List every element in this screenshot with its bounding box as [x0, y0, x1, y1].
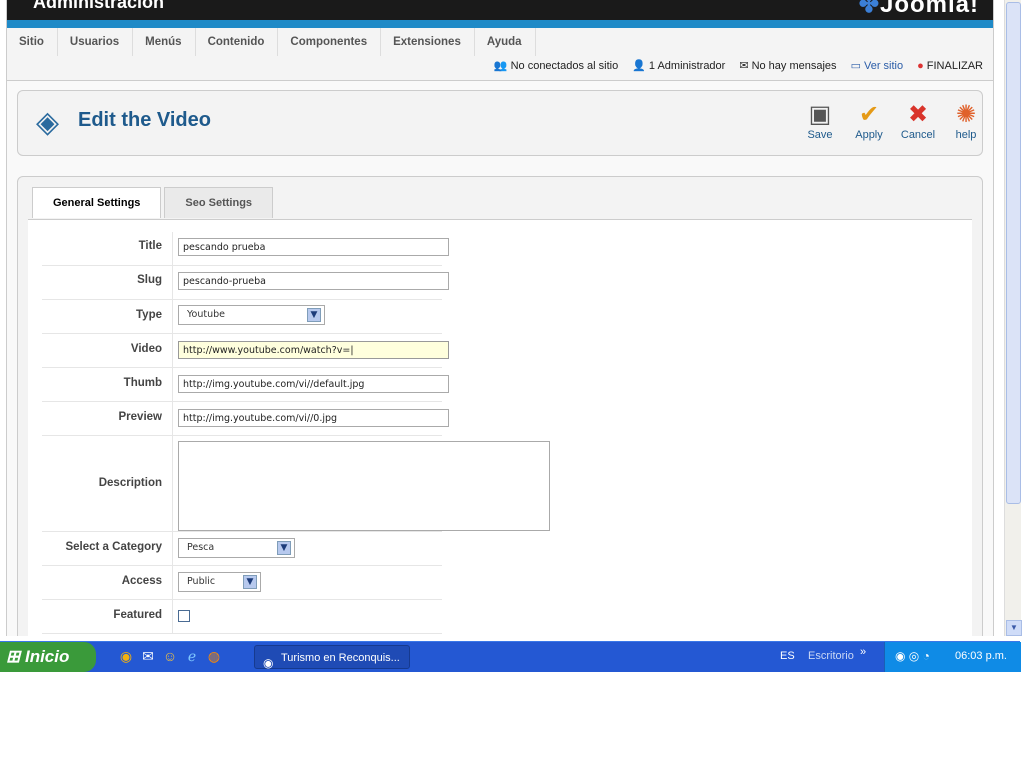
admin-page: Administración ✤Joomla! Sitio Usuarios M… — [6, 0, 994, 636]
admin-icon: 👤 — [632, 60, 646, 72]
menu-ayuda[interactable]: Ayuda — [475, 28, 536, 56]
video-row: Video http://www.youtube.com/watch?v=| — [42, 333, 449, 368]
page-title: Edit the Video — [78, 109, 211, 131]
video-film-icon: ◈ — [36, 106, 60, 139]
tab-general-settings[interactable]: General Settings — [32, 187, 162, 218]
category-row: Select a Category Pesca ▼ — [42, 531, 442, 566]
menubar: Sitio Usuarios Menús Contenido Component… — [7, 28, 993, 81]
floppy-icon: ▣ — [808, 101, 832, 128]
windows-flag-icon: ⊞ — [6, 647, 25, 666]
description-textarea[interactable] — [178, 441, 550, 531]
logout-link[interactable]: ● FINALIZAR — [917, 59, 983, 72]
admin-header: Administración ✤Joomla! — [7, 0, 993, 22]
type-label: Type — [136, 309, 162, 321]
scroll-down-arrow-icon[interactable]: ▼ — [1006, 620, 1022, 636]
outlook-icon[interactable]: ✉ — [140, 648, 156, 664]
firefox-icon[interactable]: ◍ — [206, 648, 222, 664]
menu-componentes[interactable]: Componentes — [278, 28, 382, 56]
language-indicator[interactable]: ES — [780, 650, 795, 662]
title-label: Title — [138, 240, 162, 252]
monitor-icon: ▭ — [850, 60, 861, 72]
video-url-input[interactable]: http://www.youtube.com/watch?v=| — [178, 341, 449, 359]
admin-title: Administración — [33, 0, 165, 12]
menu-menus[interactable]: Menús — [133, 28, 196, 56]
view-site-link[interactable]: ▭ Ver sitio — [850, 59, 904, 73]
scrollbar-thumb[interactable] — [1006, 2, 1021, 504]
clock: 06:03 p.m. — [955, 650, 1007, 662]
featured-label: Featured — [113, 609, 162, 621]
access-select[interactable]: Public ▼ — [178, 572, 261, 592]
general-settings-panel: Title pescando prueba Slug pescando-prue… — [28, 219, 972, 636]
checkmark-icon: ✔ — [858, 101, 880, 128]
cancel-button[interactable]: ✖ Cancel — [896, 101, 940, 141]
title-input[interactable]: pescando prueba — [178, 238, 449, 256]
joomla-logo: ✤Joomla! — [858, 0, 979, 18]
chevron-down-icon: ▼ — [243, 575, 257, 589]
start-button[interactable]: ⊞ Inicio — [0, 642, 96, 672]
category-label: Select a Category — [65, 541, 162, 553]
featured-checkbox[interactable] — [178, 610, 190, 622]
cancel-icon: ✖ — [907, 101, 929, 128]
menu-extensiones[interactable]: Extensiones — [381, 28, 475, 56]
system-tray: ◉ ◎ ◔ 06:03 p.m. — [884, 642, 1021, 672]
chrome-icon: ◉ — [263, 656, 274, 670]
mail-icon: ✉ — [739, 60, 749, 72]
preview-row: Preview http://img.youtube.com/vi//0.jpg — [42, 401, 449, 436]
title-row: Title pescando prueba — [42, 232, 449, 266]
description-row: Description — [42, 435, 550, 532]
browser-viewport: Administración ✤Joomla! Sitio Usuarios M… — [0, 0, 1004, 636]
status-bar: 👥 No conectados al sitio 👤 1 Administrador… — [493, 59, 983, 73]
toolbar: ◈ Edit the Video ▣ Save ✔ Apply ✖ Cancel ✺ h… — [17, 90, 983, 156]
slug-label: Slug — [137, 274, 162, 286]
access-label: Access — [121, 575, 162, 587]
vertical-scrollbar[interactable]: ▼ — [1004, 0, 1022, 636]
description-label: Description — [98, 477, 162, 489]
thumb-row: Thumb http://img.youtube.com/vi//default… — [42, 367, 449, 402]
toolbar-expand-icon[interactable]: » — [860, 646, 866, 658]
preview-input[interactable]: http://img.youtube.com/vi//0.jpg — [178, 409, 449, 427]
form-container: General Settings Seo Settings Title pesc… — [17, 176, 983, 636]
status-messages[interactable]: ✉ No hay mensajes — [739, 59, 836, 73]
video-label: Video — [130, 343, 162, 355]
apply-button[interactable]: ✔ Apply — [847, 101, 891, 141]
logout-icon: ● — [917, 59, 924, 72]
access-row: Access Public ▼ — [42, 565, 442, 600]
menu-usuarios[interactable]: Usuarios — [58, 28, 134, 56]
main-menu: Sitio Usuarios Menús Contenido Component… — [7, 28, 536, 56]
status-admins: 👤 1 Administrador — [632, 59, 726, 73]
chevron-down-icon: ▼ — [277, 541, 291, 555]
windows-taskbar: ⊞ Inicio ◉ ✉ ☺ ℯ ◍ ◉ Turismo en Reconquis… — [0, 641, 1021, 672]
tab-seo-settings[interactable]: Seo Settings — [164, 187, 274, 218]
status-offline: 👥 No conectados al sitio — [493, 59, 619, 73]
messenger-icon[interactable]: ☺ — [162, 648, 178, 664]
users-icon: 👥 — [493, 60, 508, 72]
header-accent-bar — [7, 20, 993, 28]
featured-row: Featured — [42, 599, 442, 634]
menu-sitio[interactable]: Sitio — [7, 28, 58, 56]
internet-explorer-icon[interactable]: ℯ — [184, 648, 200, 664]
tabs: General Settings Seo Settings — [32, 187, 276, 218]
preview-label: Preview — [118, 411, 162, 423]
lifebuoy-icon: ✺ — [955, 101, 977, 128]
type-row: Type Youtube ▼ — [42, 299, 442, 334]
chrome-icon[interactable]: ◉ — [118, 648, 134, 664]
quick-launch: ◉ ✉ ☺ ℯ ◍ — [118, 648, 222, 664]
help-button[interactable]: ✺ help — [944, 101, 988, 141]
tray-icons[interactable]: ◉ ◎ ◔ — [895, 649, 930, 663]
slug-row: Slug pescando-prueba — [42, 265, 449, 300]
desktop-toolbar[interactable]: Escritorio — [808, 650, 854, 662]
menu-contenido[interactable]: Contenido — [196, 28, 279, 56]
type-select[interactable]: Youtube ▼ — [178, 305, 325, 325]
slug-input[interactable]: pescando-prueba — [178, 272, 449, 290]
thumb-label: Thumb — [123, 377, 162, 389]
category-select[interactable]: Pesca ▼ — [178, 538, 295, 558]
thumb-input[interactable]: http://img.youtube.com/vi//default.jpg — [178, 375, 449, 393]
chevron-down-icon: ▼ — [307, 308, 321, 322]
save-button[interactable]: ▣ Save — [798, 101, 842, 141]
taskbar-window-button[interactable]: ◉ Turismo en Reconquis... — [254, 645, 410, 670]
